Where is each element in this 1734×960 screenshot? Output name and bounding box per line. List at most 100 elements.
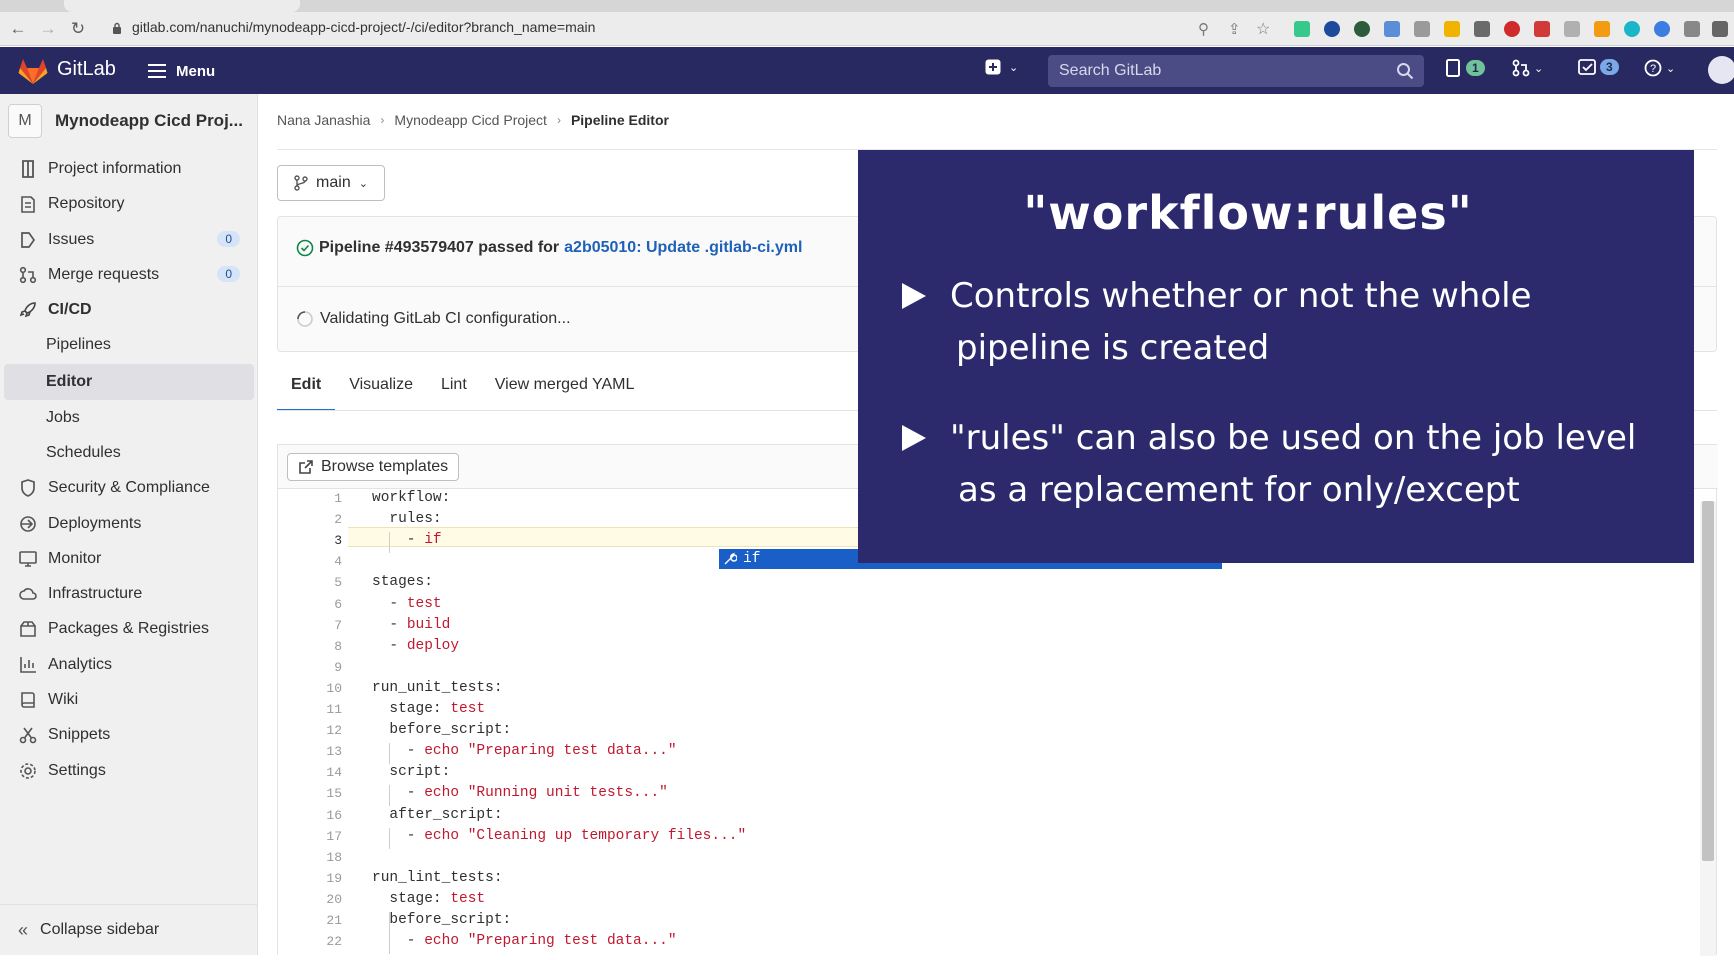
sidebar-item-infrastructure[interactable]: Infrastructure xyxy=(4,576,254,612)
sidebar-item-project-information[interactable]: Project information xyxy=(4,151,254,187)
browser-tab[interactable] xyxy=(64,0,300,12)
gitlab-logo-icon[interactable] xyxy=(18,57,48,90)
todos-button[interactable]: 3 xyxy=(1578,59,1619,75)
reload-icon[interactable]: ↻ xyxy=(66,17,90,41)
code-line[interactable]: - echo "Cleaning up temporary files..." xyxy=(372,828,746,844)
breadcrumb-user[interactable]: Nana Janashia xyxy=(277,112,370,128)
sidebar-item-label: Packages & Registries xyxy=(48,620,209,637)
merge-requests-button[interactable]: ⌄ xyxy=(1512,59,1543,77)
branch-selector[interactable]: main ⌄ xyxy=(277,165,385,201)
code-line[interactable]: before_script: xyxy=(372,722,511,738)
code-line[interactable]: - echo "Preparing test data..." xyxy=(372,743,677,759)
branch-icon xyxy=(294,175,308,191)
slide-bullet: "rules" can also be used on the job leve… xyxy=(902,412,1636,516)
issues-button[interactable]: 1 xyxy=(1446,59,1485,77)
hamburger-icon xyxy=(148,64,166,78)
sidebar-item-deployments[interactable]: Deployments xyxy=(4,506,254,542)
sidebar-item-label: Snippets xyxy=(48,726,111,743)
editor-scrollbar[interactable] xyxy=(1700,501,1716,956)
sidebar-item-settings[interactable]: Settings xyxy=(4,753,254,789)
code-line[interactable]: - echo "Preparing test data..." xyxy=(372,933,677,949)
project-name: Mynodeapp Cicd Proj... xyxy=(55,111,243,130)
code-line[interactable]: stage: test xyxy=(372,891,485,907)
code-line[interactable]: - build xyxy=(372,617,450,633)
code-value: test xyxy=(406,595,442,612)
browse-templates-button[interactable]: Browse templates xyxy=(287,453,460,481)
code-line[interactable]: stage: test xyxy=(372,701,485,717)
tutorial-overlay-slide: "workflow:rules" Controls whether or not… xyxy=(858,150,1694,563)
extension-icon[interactable] xyxy=(1564,21,1580,37)
code-line[interactable]: - echo "Running unit tests..." xyxy=(372,785,668,801)
extension-icon[interactable] xyxy=(1712,21,1728,37)
new-dropdown-button[interactable]: ⌄ xyxy=(985,59,1018,75)
extension-icon[interactable] xyxy=(1384,21,1400,37)
share-icon[interactable]: ⇪ xyxy=(1228,20,1241,38)
code-value: echo "Running unit tests..." xyxy=(424,785,668,802)
extension-icon[interactable] xyxy=(1474,21,1490,37)
sidebar-item-merge-requests[interactable]: Merge requests 0 xyxy=(4,257,254,293)
menu-button[interactable]: Menu xyxy=(148,57,215,85)
code-line[interactable]: run_unit_tests: xyxy=(372,680,503,696)
sidebar-item-monitor[interactable]: Monitor xyxy=(4,541,254,577)
bookmark-star-icon[interactable]: ☆ xyxy=(1256,19,1270,39)
sidebar-item-cicd[interactable]: CI/CD xyxy=(4,292,254,328)
external-link-icon xyxy=(299,460,313,474)
extension-icon[interactable] xyxy=(1354,21,1370,37)
code-line[interactable]: stages: xyxy=(372,574,433,590)
code-key: after_script: xyxy=(372,806,503,823)
zoom-icon[interactable]: ⚲ xyxy=(1198,20,1209,38)
extension-icon[interactable] xyxy=(1504,21,1520,37)
sidebar-item-snippets[interactable]: Snippets xyxy=(4,717,254,753)
tab-visualize[interactable]: Visualize xyxy=(335,371,427,411)
address-bar[interactable]: gitlab.com/nanuchi/mynodeapp-cicd-projec… xyxy=(132,19,595,35)
sidebar-item-schedules[interactable]: Schedules xyxy=(4,435,254,471)
code-line[interactable]: workflow: xyxy=(372,490,450,506)
breadcrumb-current[interactable]: Pipeline Editor xyxy=(571,112,669,128)
sidebar-item-label: Editor xyxy=(46,373,93,390)
code-line[interactable]: - deploy xyxy=(372,638,459,654)
sidebar-item-jobs[interactable]: Jobs xyxy=(4,400,254,436)
extension-icon[interactable] xyxy=(1624,21,1640,37)
sidebar-item-editor[interactable]: Editor xyxy=(4,364,254,400)
avatar[interactable] xyxy=(1708,56,1734,84)
extension-n-icon[interactable] xyxy=(1294,21,1310,37)
back-icon[interactable]: ← xyxy=(6,17,30,41)
scrollbar-thumb[interactable] xyxy=(1702,501,1714,861)
sidebar-item-analytics[interactable]: Analytics xyxy=(4,647,254,683)
extension-icon[interactable] xyxy=(1654,21,1670,37)
tab-lint[interactable]: Lint xyxy=(427,371,481,411)
code-line[interactable]: - test xyxy=(372,595,442,612)
extension-icon[interactable] xyxy=(1684,21,1700,37)
commit-link[interactable]: a2b05010: Update .gitlab-ci.yml xyxy=(564,239,802,257)
sidebar-item-wiki[interactable]: Wiki xyxy=(4,682,254,718)
tab-edit[interactable]: Edit xyxy=(277,371,336,411)
forward-icon[interactable]: → xyxy=(36,17,60,41)
sidebar-item-issues[interactable]: Issues 0 xyxy=(4,222,254,258)
extension-icon[interactable] xyxy=(1414,21,1430,37)
lock-icon xyxy=(112,22,122,35)
extension-icon[interactable] xyxy=(1444,21,1460,37)
code-line[interactable]: run_lint_tests: xyxy=(372,870,503,886)
code-line[interactable]: script: xyxy=(372,764,450,780)
sidebar-item-repository[interactable]: Repository xyxy=(4,186,254,222)
pipeline-status-text: Pipeline #493579407 passed for xyxy=(319,239,560,256)
code-line[interactable]: rules: xyxy=(372,511,441,527)
tab-view-merged-yaml[interactable]: View merged YAML xyxy=(481,371,649,411)
code-line[interactable]: before_script: xyxy=(372,912,511,928)
sidebar-item-packages-registries[interactable]: Packages & Registries xyxy=(4,611,254,647)
code-line[interactable]: after_script: xyxy=(372,806,503,823)
sidebar-item-security-compliance[interactable]: Security & Compliance xyxy=(4,470,254,506)
code-key: stage: xyxy=(372,701,451,717)
search-input[interactable]: Search GitLab xyxy=(1048,55,1424,87)
help-button[interactable]: ? ⌄ xyxy=(1644,59,1675,77)
code-line[interactable]: - if xyxy=(372,532,442,548)
extension-icon[interactable] xyxy=(1534,21,1550,37)
sidebar-item-label: Monitor xyxy=(48,550,102,567)
extension-icon[interactable] xyxy=(1324,21,1340,37)
extension-icon[interactable] xyxy=(1594,21,1610,37)
gitlab-brand[interactable]: GitLab xyxy=(57,58,116,81)
breadcrumb-project[interactable]: Mynodeapp Cicd Project xyxy=(394,112,547,128)
collapse-sidebar-button[interactable]: « Collapse sidebar xyxy=(0,904,258,955)
sidebar-item-pipelines[interactable]: Pipelines xyxy=(4,327,254,363)
project-header[interactable]: M Mynodeapp Cicd Proj... xyxy=(8,100,250,142)
